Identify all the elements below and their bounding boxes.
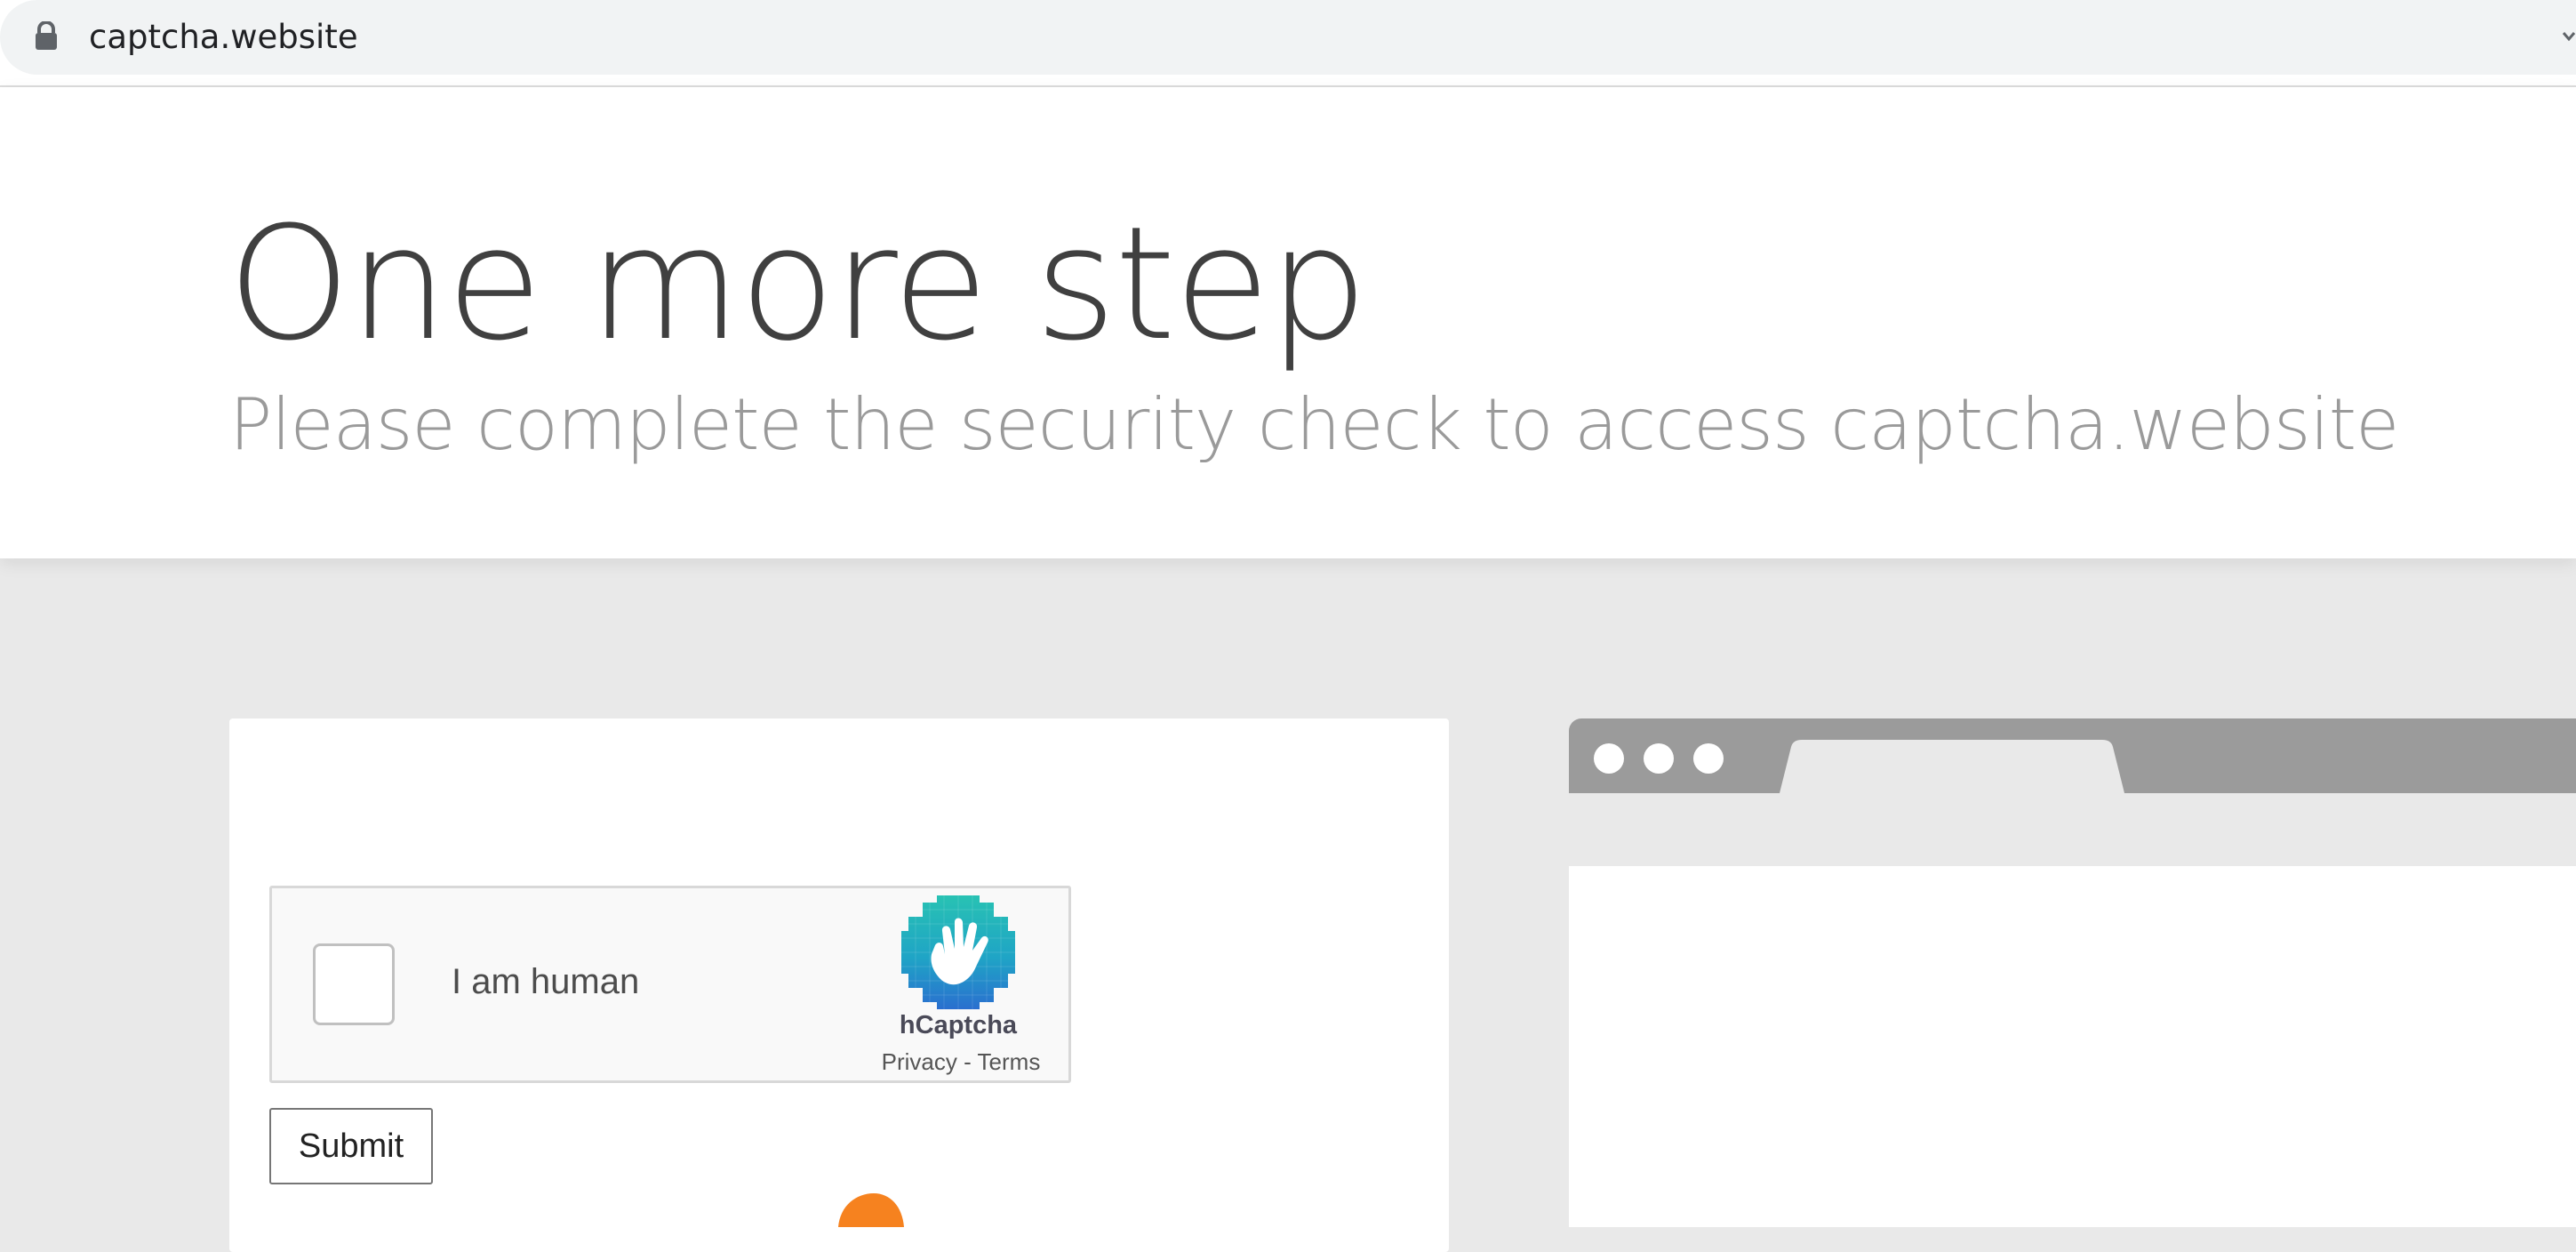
illustration-toolbar <box>1569 793 2576 866</box>
window-dot-icon <box>1594 743 1624 774</box>
cloud-icon <box>838 1193 904 1227</box>
chevron-down-icon[interactable] <box>2562 30 2576 43</box>
browser-address-bar: captcha.website <box>0 0 2576 87</box>
illustration-title-bar <box>1569 718 2576 797</box>
browser-illustration <box>1569 718 2576 1227</box>
hcaptcha-links: Privacy - Terms <box>841 1047 1081 1077</box>
url-text[interactable]: captcha.website <box>89 16 358 59</box>
hcaptcha-widget: I am human hCaptcha Privacy - Terms <box>269 886 1071 1083</box>
window-dot-icon <box>1644 743 1674 774</box>
submit-button[interactable]: Submit <box>269 1108 433 1184</box>
page-title: One more step <box>228 193 1368 375</box>
illustration-tab <box>1779 740 2125 797</box>
challenge-card: I am human hCaptcha Privacy - Terms Subm… <box>229 718 1449 1252</box>
lock-icon[interactable] <box>35 21 58 50</box>
link-separator: - <box>956 1048 978 1075</box>
human-checkbox[interactable] <box>313 943 395 1025</box>
illustration-content <box>1569 866 2576 1227</box>
page-subtitle: Please complete the security check to ac… <box>229 383 2399 466</box>
terms-link[interactable]: Terms <box>978 1048 1041 1075</box>
hcaptcha-brand: hCaptcha <box>899 1011 1018 1039</box>
hcaptcha-hand-icon <box>901 895 1015 1009</box>
privacy-link[interactable]: Privacy <box>882 1048 957 1075</box>
checkbox-label[interactable]: I am human <box>452 959 639 1004</box>
window-dot-icon <box>1693 743 1724 774</box>
page-header: One more step Please complete the securi… <box>0 87 2576 558</box>
omnibox[interactable]: captcha.website <box>0 0 2576 75</box>
